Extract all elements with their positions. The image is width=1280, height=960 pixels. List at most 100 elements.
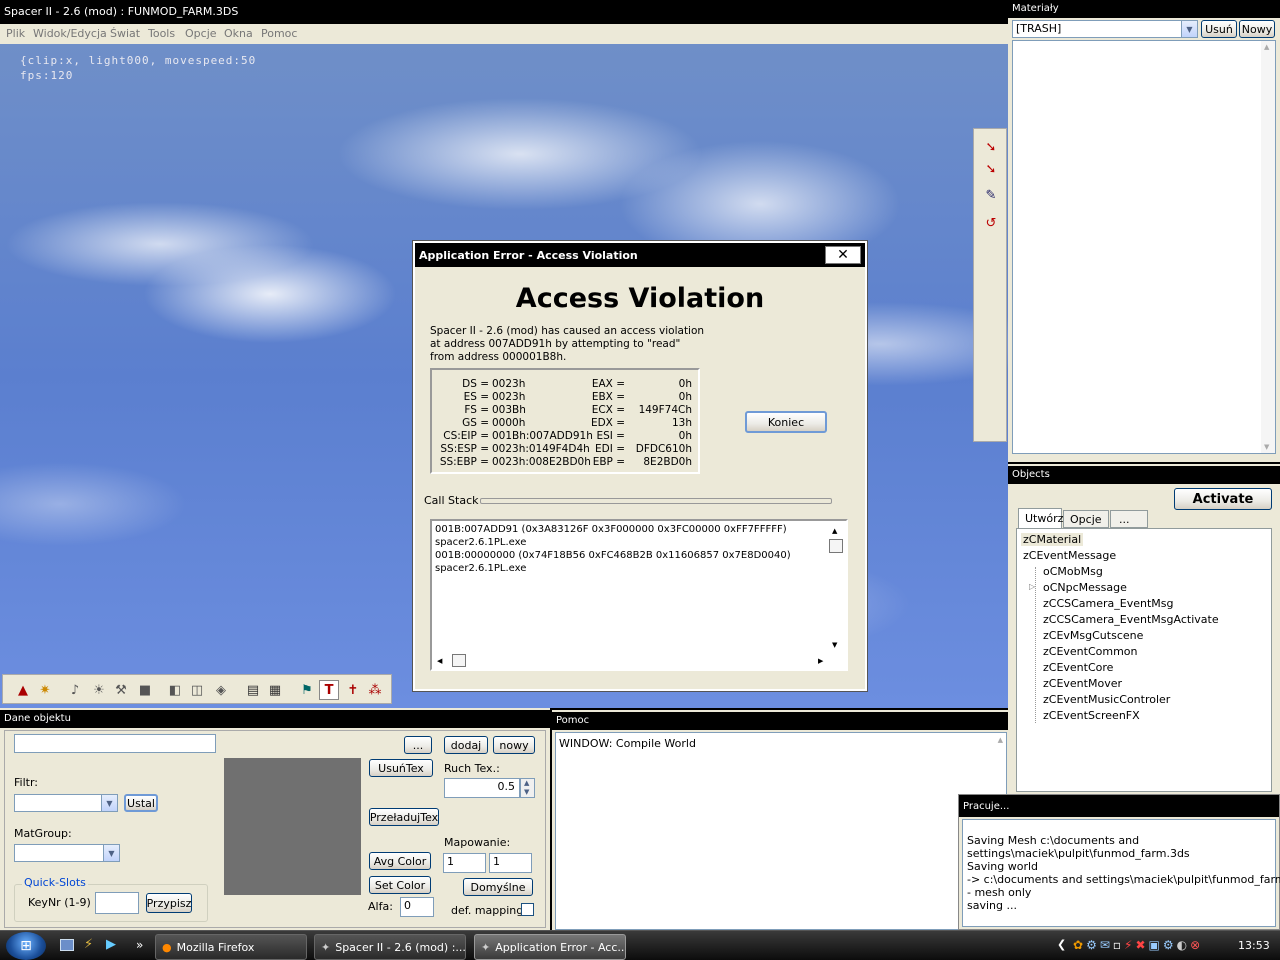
box-icon[interactable]: ◈ [211,680,231,700]
chevron-down-icon[interactable]: ▼ [101,795,117,811]
menu-help[interactable]: Pomoc [261,27,297,40]
object-name-input[interactable] [14,734,216,753]
media-player-icon[interactable]: ▶ [106,937,116,952]
quicklaunch-app-icon[interactable]: ⚡ [84,937,93,952]
quicklaunch-more[interactable]: » [136,938,143,952]
tab-create[interactable]: Utwórz [1018,508,1063,528]
def-mapping-checkbox[interactable] [521,903,534,916]
texture-motion-spinner[interactable]: ▲ ▼ [520,778,535,798]
materials-list[interactable]: ▲ ▼ [1012,40,1276,454]
menu-options[interactable]: Opcje [185,27,217,40]
chevron-down-icon[interactable]: ▼ [103,845,119,861]
mapping-x-input[interactable]: 1 [443,853,486,873]
avg-color-button[interactable]: Avg Color [369,852,431,870]
menu-world[interactable]: Świat [110,27,140,40]
callstack-list[interactable]: 001B:007ADD91 (0x3A83126F 0x3F000000 0x3… [430,519,848,671]
assign-button[interactable]: Przypisz [146,893,192,913]
materials-delete-button[interactable]: Usuń [1201,20,1237,38]
scroll-down-icon[interactable]: ▼ [832,639,837,652]
cubes-icon[interactable]: ◫ [187,680,207,700]
tray-app-icon[interactable]: ✿ [1073,938,1086,952]
tray-mail-icon[interactable]: ✉ [1100,938,1113,952]
materials-filter-select[interactable]: [TRASH] ▼ [1012,20,1198,38]
menu-tools[interactable]: Tools [148,27,175,40]
tree-item-zcmaterial[interactable]: zCMaterial [1021,533,1084,546]
help-text-area[interactable]: WINDOW: Compile World ▲ [555,732,1007,930]
tree-item-zcevmsgcutscene[interactable]: zCEvMsgCutscene [1043,629,1143,642]
tree-item-zceventmusiccontroler[interactable]: zCEventMusicControler [1043,693,1170,706]
text-tool-icon[interactable]: T [319,680,339,700]
scroll-down-icon[interactable]: ▼ [1264,443,1269,451]
chevron-down-icon[interactable]: ▼ [1181,21,1197,37]
tree-item-zceventcore[interactable]: zCEventCore [1043,661,1113,674]
task-firefox[interactable]: ● Mozilla Firefox [155,934,307,960]
camera-icon[interactable]: ■ [135,680,155,700]
tray-expand-icon[interactable]: ❮ [1057,938,1066,951]
npc-icon[interactable]: ⚑ [297,680,317,700]
tray-settings-icon[interactable]: ⚙ [1163,938,1177,952]
scroll-up-icon[interactable]: ▲ [1264,43,1269,51]
remove-texture-button[interactable]: UsuńTex [369,759,433,777]
ellipsis-button[interactable]: ... [404,736,432,754]
tree-item-zceventmover[interactable]: zCEventMover [1043,677,1122,690]
filter-select[interactable]: ▼ [14,794,118,812]
task-application-error[interactable]: ✦ Application Error - Acc... [474,934,626,960]
tray-window-icon[interactable]: ▫ [1113,938,1124,952]
tray-alert-icon[interactable]: ✖ [1135,938,1148,952]
show-desktop-icon[interactable] [60,939,74,951]
task-spacer[interactable]: ✦ Spacer II - 2.6 (mod) :... [314,934,466,960]
tray-network-icon[interactable]: ⚙ [1086,938,1100,952]
spin-down-icon[interactable]: ▼ [524,788,529,796]
menu-view-edit[interactable]: Widok/Edycja [33,27,107,40]
scroll-up-icon[interactable]: ▲ [832,525,837,538]
tree-item-zceventscreenfx[interactable]: zCEventScreenFX [1043,709,1140,722]
end-button[interactable]: Koniec [745,411,827,433]
menu-windows[interactable]: Okna [224,27,253,40]
activate-button[interactable]: Activate [1174,488,1272,510]
default-mapping-button[interactable]: Domyślne [463,878,533,896]
tab-options[interactable]: Opcje [1063,510,1109,528]
scroll-thumb[interactable] [829,539,843,553]
grid-icon[interactable]: ▦ [265,680,285,700]
matgroup-select[interactable]: ▼ [14,844,120,862]
materials-list-scrollbar[interactable]: ▲ ▼ [1261,41,1275,453]
arrow-in-icon[interactable]: ➘ [981,137,1001,157]
keynr-input[interactable] [95,892,139,914]
trigger-icon[interactable]: ⁂ [365,680,385,700]
tree-item-zceventcommon[interactable]: zCEventCommon [1043,645,1138,658]
arrow-in-alt-icon[interactable]: ➘ [981,159,1001,179]
new-object-button[interactable]: nowy [493,736,535,754]
tree-expand-icon[interactable]: ▷ [1029,582,1035,591]
close-icon[interactable]: ✕ [825,246,861,264]
hscroll-thumb[interactable] [452,654,466,667]
tree-item-ocmobmsg[interactable]: oCMobMsg [1043,565,1103,578]
set-filter-button[interactable]: Ustal [124,794,158,812]
tree-item-zccscamera-eventmsgactivate[interactable]: zCCSCamera_EventMsgActivate [1043,613,1219,626]
terrain-icon[interactable]: ▲ [13,680,33,700]
tab-more[interactable]: ... [1110,510,1148,528]
error-dialog-title-bar[interactable]: Application Error - Access Violation ✕ [415,243,865,267]
pen-icon[interactable]: ✎ [981,185,1001,205]
start-button[interactable]: ⊞ [6,932,46,960]
tree-item-zccscamera-eventmsg[interactable]: zCCSCamera_EventMsg [1043,597,1174,610]
materials-new-button[interactable]: Nowy [1239,20,1275,38]
music-icon[interactable]: ♪ [65,680,85,700]
tray-monitor-icon[interactable]: ▣ [1149,938,1163,952]
tree-item-zceventmessage[interactable]: zCEventMessage [1023,549,1116,562]
tray-block-icon[interactable]: ⊗ [1190,938,1203,952]
tray-flash-icon[interactable]: ⚡ [1124,938,1135,952]
alpha-input[interactable]: 0 [400,897,434,917]
sun-icon[interactable]: ☀ [89,680,109,700]
list-icon[interactable]: ▤ [243,680,263,700]
light-icon[interactable]: ✷ [35,680,55,700]
reload-texture-button[interactable]: PrzeładujTex [369,808,439,826]
add-button[interactable]: dodaj [444,736,488,754]
set-color-button[interactable]: Set Color [369,876,431,894]
clock[interactable]: 13:53 [1238,939,1270,952]
mapping-y-input[interactable]: 1 [489,853,532,873]
tree-item-ocnpcmessage[interactable]: oCNpcMessage [1043,581,1127,594]
tool-icon[interactable]: ⚒ [111,680,131,700]
scroll-up-icon[interactable]: ▲ [998,736,1003,744]
tray-volume-icon[interactable]: ◐ [1177,938,1190,952]
scroll-right-icon[interactable]: ▶ [818,655,823,668]
